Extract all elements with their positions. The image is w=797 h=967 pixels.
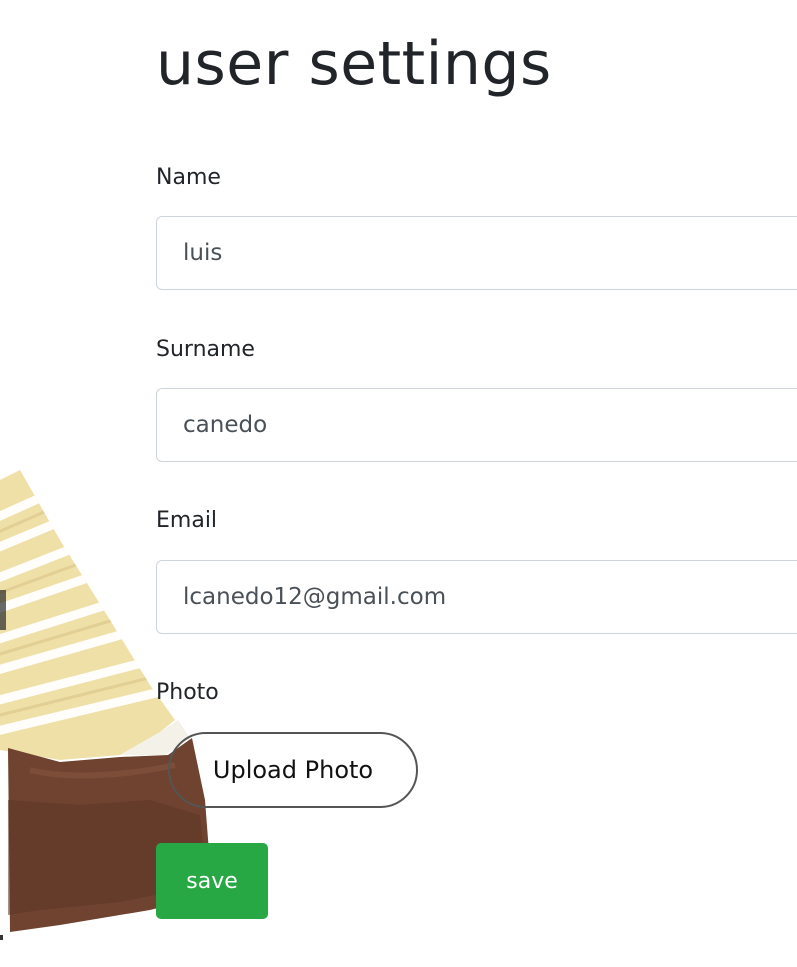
- surname-input[interactable]: [156, 388, 797, 462]
- photo-label: Photo: [156, 680, 219, 705]
- save-button[interactable]: save: [156, 843, 268, 919]
- surname-label: Surname: [156, 337, 255, 362]
- name-input[interactable]: [156, 216, 797, 290]
- email-label: Email: [156, 508, 218, 533]
- user-settings-page: user settings Name Surname Email Photo U…: [0, 0, 797, 967]
- upload-photo-button[interactable]: Upload Photo: [168, 732, 418, 808]
- email-input[interactable]: [156, 560, 797, 634]
- name-label: Name: [156, 165, 221, 190]
- page-title: user settings: [156, 29, 552, 99]
